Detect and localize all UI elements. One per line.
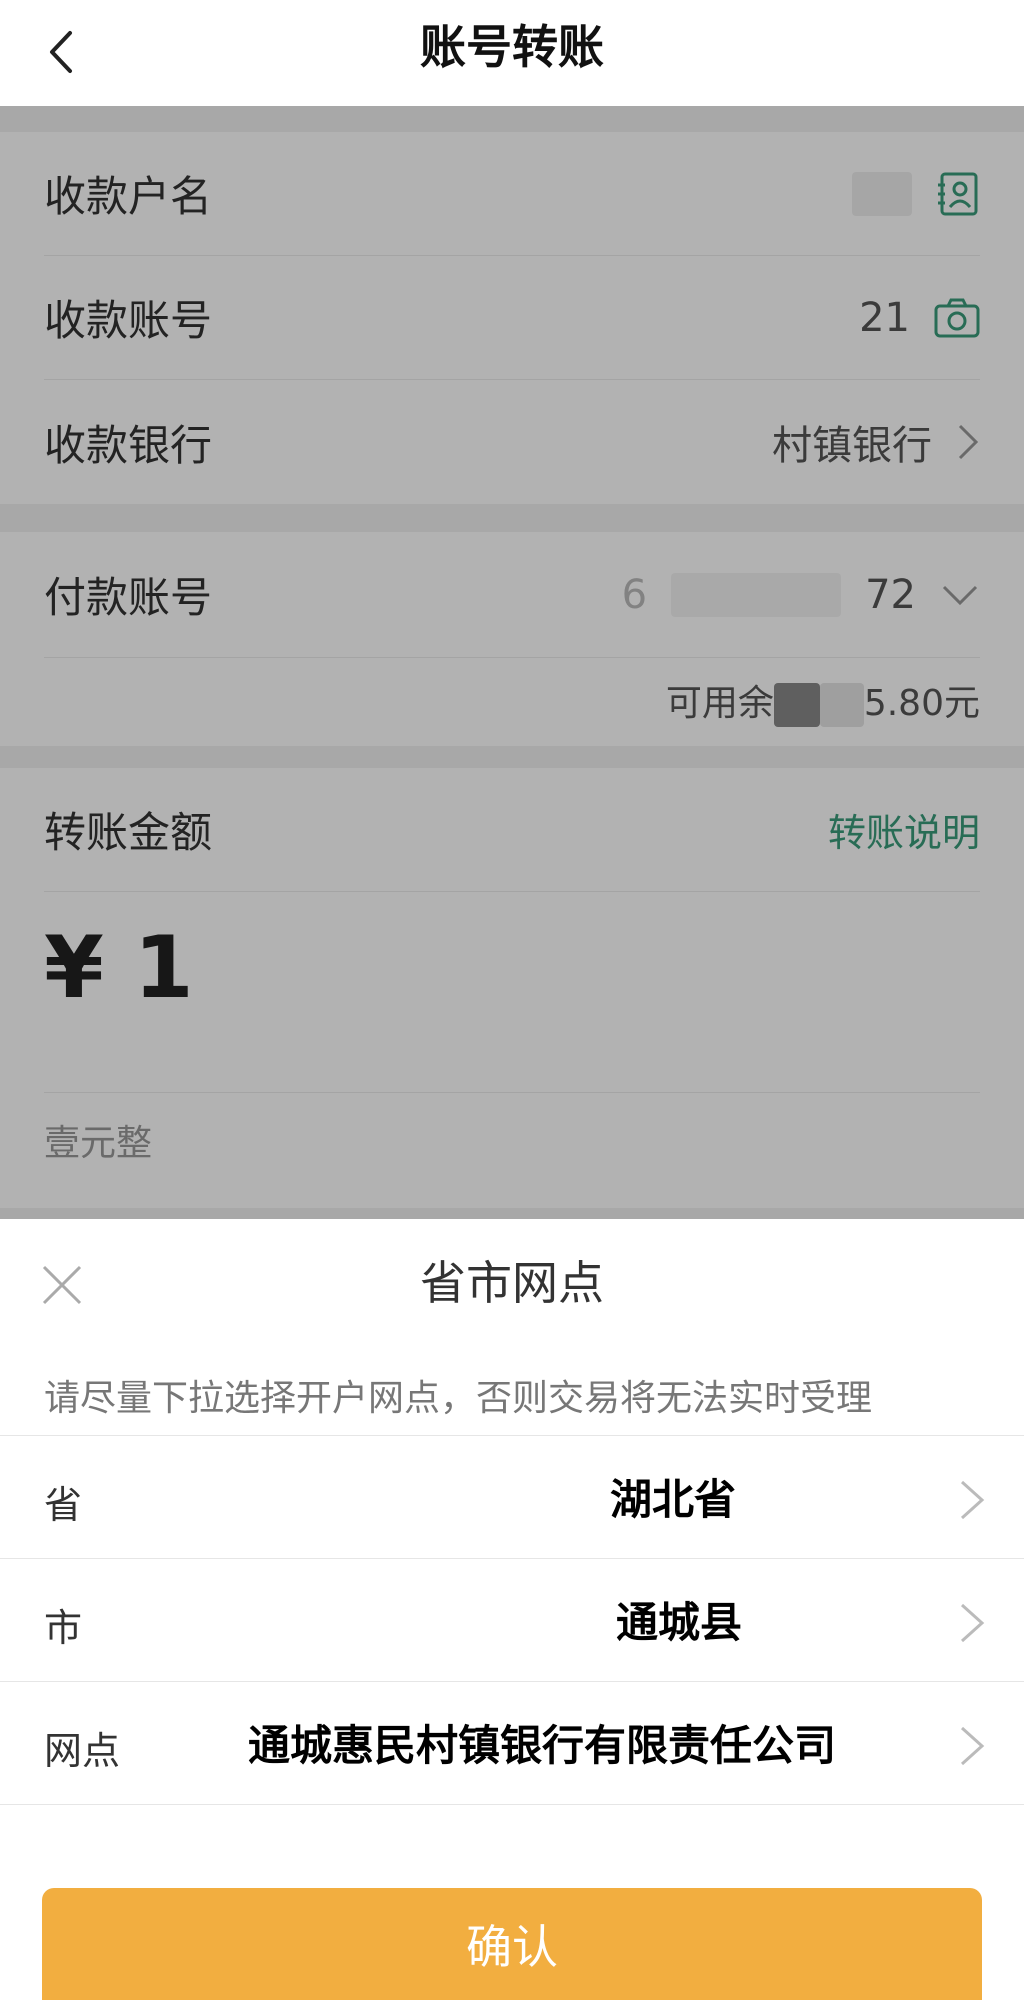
province-row[interactable]: 省 湖北省 (0, 1436, 1024, 1558)
sheet-divider (0, 1804, 1024, 1805)
page-title: 账号转账 (420, 20, 604, 74)
sheet-title: 省市网点 (420, 1256, 604, 1310)
branch-label: 网点 (44, 1729, 121, 1773)
chevron-right-icon (960, 1480, 985, 1520)
branch-row[interactable]: 网点 通城惠民村镇银行有限责任公司 (0, 1682, 1024, 1804)
nav-bar: 账号转账 (0, 0, 1024, 106)
city-label: 市 (44, 1606, 83, 1650)
chevron-right-icon (960, 1726, 985, 1766)
chevron-right-icon (960, 1603, 985, 1643)
city-value: 通城县 (616, 1598, 743, 1647)
city-row[interactable]: 市 通城县 (0, 1559, 1024, 1681)
dim-overlay[interactable] (0, 106, 1024, 1219)
sheet-hint: 请尽量下拉选择开户网点，否则交易将无法实时受理 (44, 1378, 873, 1419)
branch-picker-sheet: 省市网点 请尽量下拉选择开户网点，否则交易将无法实时受理 省 湖北省 市 通城县… (0, 1219, 1024, 2000)
province-value: 湖北省 (610, 1475, 737, 1524)
confirm-button[interactable]: 确认 (42, 1888, 982, 2000)
province-label: 省 (44, 1483, 83, 1527)
branch-value: 通城惠民村镇银行有限责任公司 (248, 1721, 837, 1770)
